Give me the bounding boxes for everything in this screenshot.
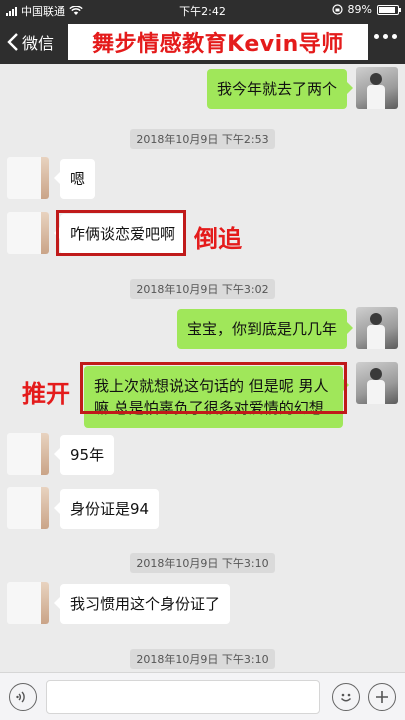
- battery-icon: [377, 4, 401, 15]
- highlight-box: [80, 362, 347, 414]
- status-bar: 中国联通 下午2:42 89%: [0, 0, 405, 20]
- message-bubble-incoming[interactable]: 身份证是94: [53, 489, 160, 529]
- voice-icon: [16, 691, 25, 703]
- timestamp-label: 2018年10月9日 下午3:10: [130, 553, 275, 573]
- orientation-lock-icon: [331, 4, 343, 15]
- timestamp: 2018年10月9日 下午3:10: [0, 648, 405, 669]
- timestamp: 2018年10月9日 下午2:53: [0, 128, 405, 149]
- back-button[interactable]: 微信: [6, 30, 54, 54]
- more-dot-icon: [392, 34, 397, 39]
- annotation-label: 推开: [22, 380, 70, 408]
- message-bubble-incoming[interactable]: 我习惯用这个身份证了: [53, 584, 231, 624]
- battery-fill: [379, 6, 396, 13]
- annotation-label: 倒追: [194, 225, 242, 253]
- contact-avatar[interactable]: [7, 433, 49, 475]
- timestamp-label: 2018年10月9日 下午2:53: [130, 129, 275, 149]
- more-button[interactable]: [374, 34, 397, 39]
- chat-title: 舞步情感教育Kevin导师: [92, 32, 344, 57]
- timestamp-label: 2018年10月9日 下午3:10: [130, 649, 275, 669]
- emoji-icon: [340, 693, 352, 702]
- message-input[interactable]: [46, 680, 320, 714]
- plus-icon: [376, 691, 388, 703]
- status-right: 89%: [331, 3, 401, 16]
- message-bubble-outgoing[interactable]: 宝宝，你到底是几几年: [176, 309, 354, 349]
- contact-avatar[interactable]: [7, 157, 49, 199]
- message-bubble-incoming[interactable]: 嗯: [53, 159, 96, 199]
- contact-avatar[interactable]: [7, 212, 49, 254]
- my-avatar[interactable]: [356, 362, 398, 404]
- more-dot-icon: [374, 34, 379, 39]
- battery-percent: 89%: [347, 3, 372, 16]
- my-avatar[interactable]: [356, 67, 398, 109]
- message-bubble-incoming[interactable]: 95年: [53, 435, 115, 475]
- chevron-left-icon: [7, 33, 18, 51]
- contact-avatar[interactable]: [7, 487, 49, 529]
- timestamp: 2018年10月9日 下午3:10: [0, 552, 405, 573]
- more-dot-icon: [383, 34, 388, 39]
- add-button[interactable]: [368, 683, 396, 711]
- back-label: 微信: [22, 34, 55, 53]
- my-avatar[interactable]: [356, 307, 398, 349]
- timestamp: 2018年10月9日 下午3:02: [0, 278, 405, 299]
- voice-button[interactable]: [9, 683, 37, 711]
- nav-bar: 微信 舞步情感教育Kevin导师: [0, 20, 405, 64]
- message-bubble-outgoing[interactable]: 我今年就去了两个: [206, 69, 354, 109]
- emoji-button[interactable]: [332, 683, 360, 711]
- contact-avatar[interactable]: [7, 582, 49, 624]
- timestamp-label: 2018年10月9日 下午3:02: [130, 279, 275, 299]
- highlight-box: [56, 210, 186, 256]
- chat-area[interactable]: 我今年就去了两个 2018年10月9日 下午2:53 嗯 咋俩谈恋爱吧啊 倒追 …: [0, 64, 405, 672]
- input-bar: [0, 672, 405, 720]
- chat-title-banner: 舞步情感教育Kevin导师: [68, 24, 368, 60]
